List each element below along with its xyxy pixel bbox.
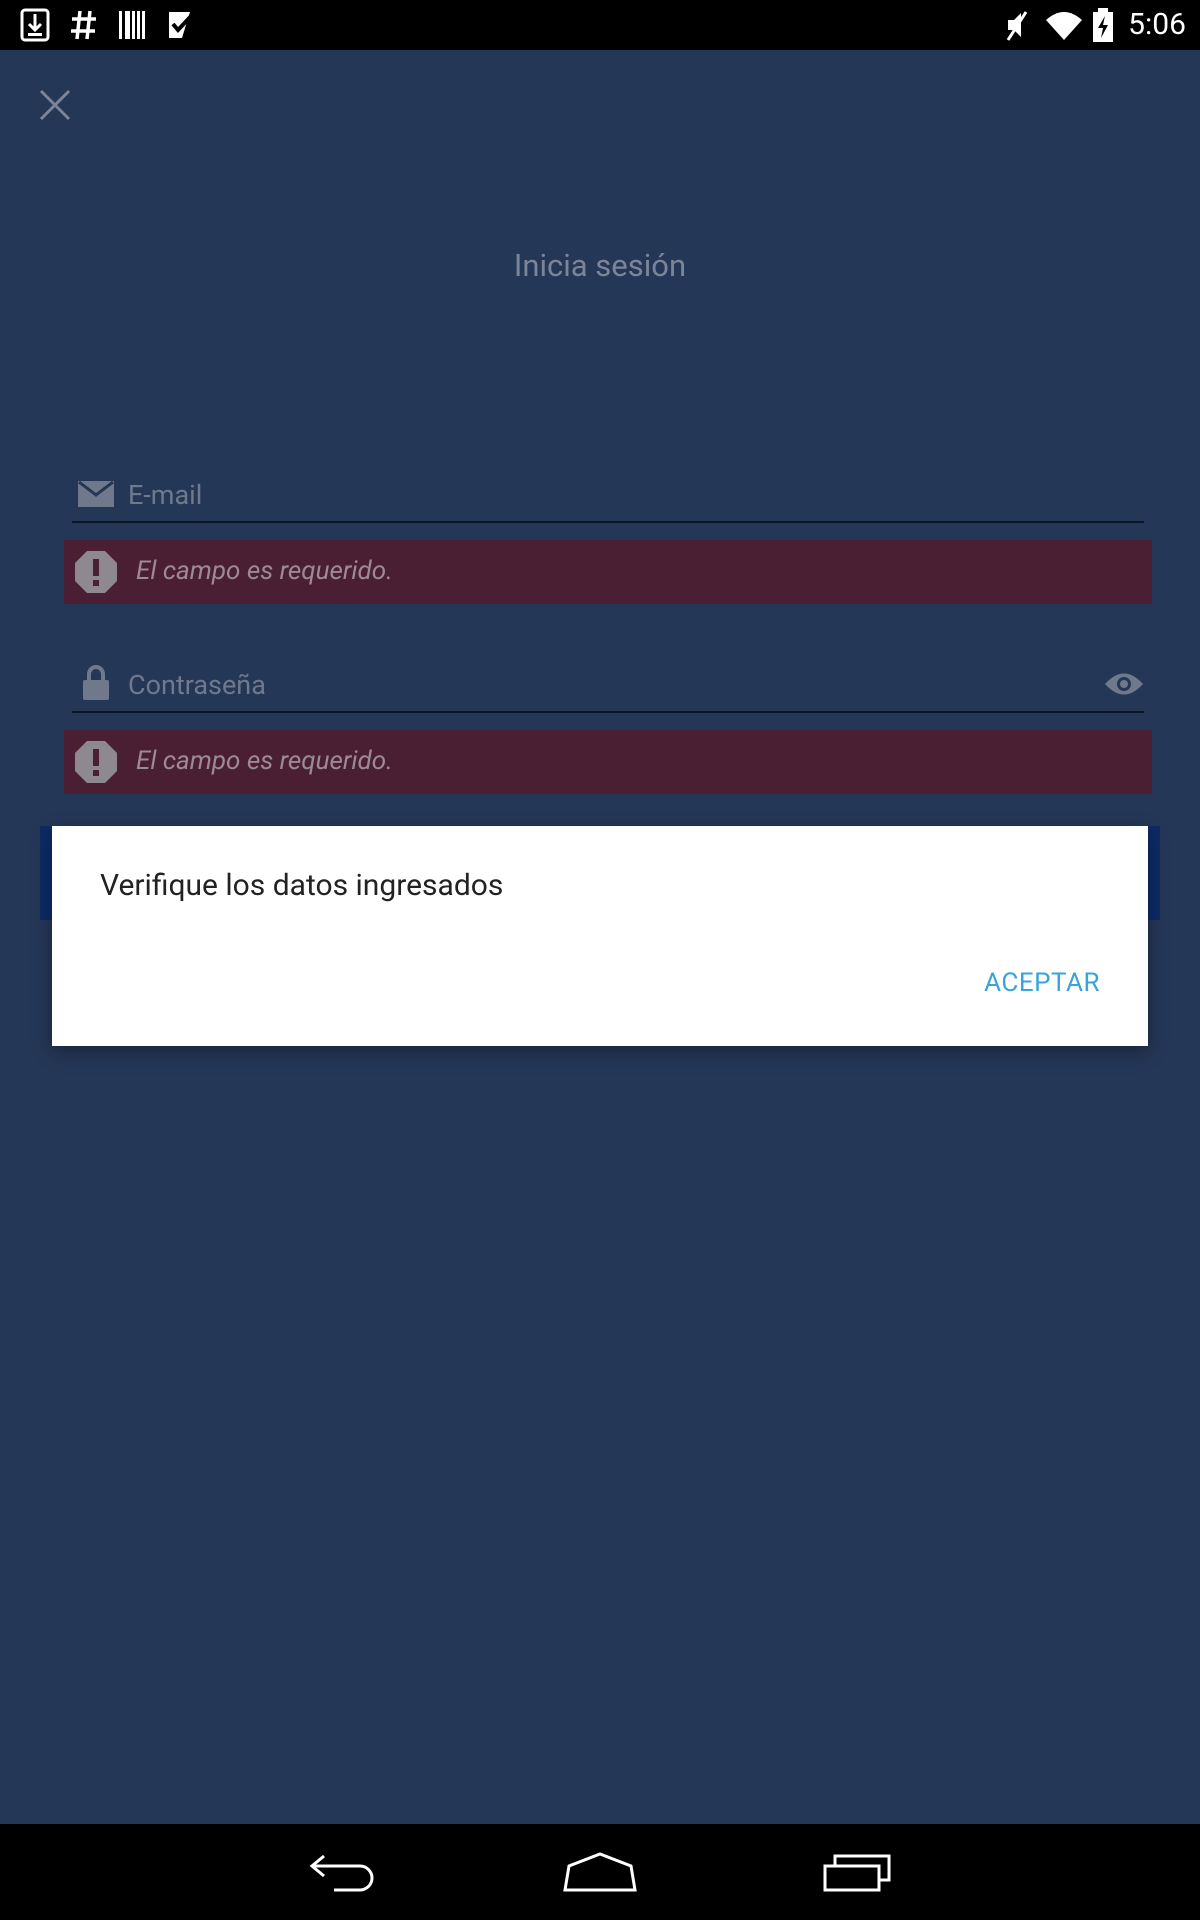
lock-icon bbox=[83, 665, 109, 700]
download-icon bbox=[20, 8, 50, 42]
hash-icon bbox=[71, 10, 96, 40]
status-bar: 5:06 bbox=[0, 0, 1200, 50]
alert-dialog: Verifique los datos ingresados ACEPTAR bbox=[52, 826, 1148, 1046]
recents-icon[interactable] bbox=[822, 1852, 892, 1892]
password-error-banner: El campo es requerido. bbox=[64, 730, 1152, 794]
email-error-text: El campo es requerido. bbox=[136, 556, 393, 586]
password-underline bbox=[72, 711, 1144, 713]
error-icon bbox=[75, 551, 117, 593]
accept-button[interactable]: ACEPTAR bbox=[984, 966, 1100, 1000]
home-icon[interactable] bbox=[563, 1852, 637, 1892]
back-icon[interactable] bbox=[308, 1852, 378, 1892]
wifi-icon bbox=[1046, 12, 1082, 40]
navigation-bar bbox=[0, 1824, 1200, 1920]
password-error-text: El campo es requerido. bbox=[136, 746, 393, 776]
task-icon bbox=[169, 12, 195, 38]
page-title: Inicia sesión bbox=[513, 247, 687, 284]
email-icon bbox=[78, 481, 114, 507]
email-input[interactable]: E-mail bbox=[128, 477, 202, 513]
error-icon bbox=[75, 741, 117, 783]
dialog-message: Verifique los datos ingresados bbox=[100, 868, 504, 903]
mute-icon bbox=[1006, 11, 1028, 41]
password-input[interactable]: Contraseña bbox=[128, 667, 266, 703]
eye-icon[interactable] bbox=[1104, 671, 1144, 697]
email-error-banner: El campo es requerido. bbox=[64, 540, 1152, 604]
close-icon[interactable] bbox=[38, 88, 72, 122]
barcode-icon bbox=[119, 11, 145, 39]
email-underline bbox=[72, 521, 1144, 523]
battery-charging-icon bbox=[1093, 8, 1113, 42]
status-time: 5:06 bbox=[1128, 7, 1186, 42]
